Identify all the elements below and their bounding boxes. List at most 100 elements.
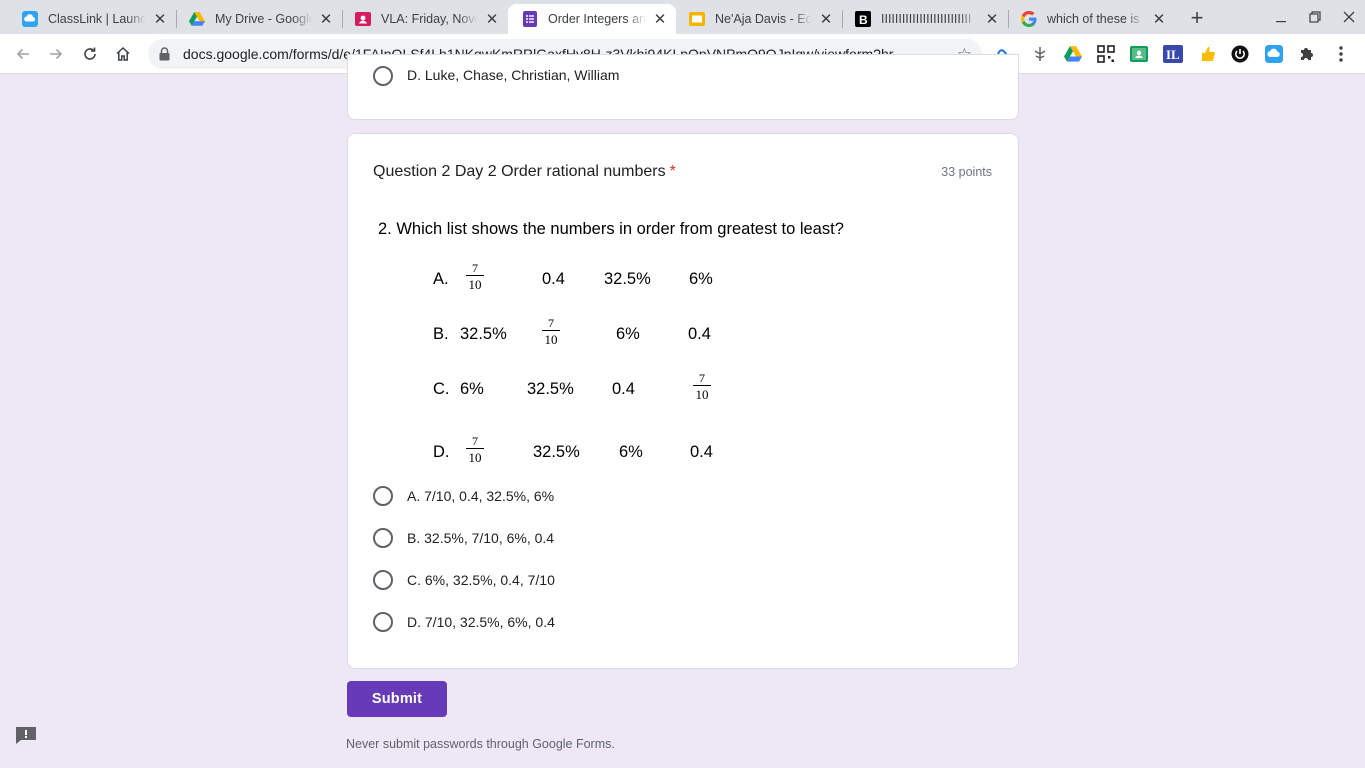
image-option-row-c: C. 6% 32.5% 0.4 7 10 <box>433 372 733 408</box>
google-forms-icon <box>522 11 538 27</box>
tab-vla[interactable]: VLA: Friday, November ✕ <box>341 4 508 34</box>
image-option-row-d: D. 7 10 32.5% 6% 0.4 <box>433 435 733 471</box>
puzzle-piece-icon[interactable] <box>1297 44 1317 64</box>
brainly-icon: B <box>855 11 871 27</box>
forward-button[interactable] <box>42 40 70 68</box>
reload-icon <box>84 47 96 60</box>
previous-question-card: D. Luke, Chase, Christian, William <box>347 54 1019 120</box>
fraction: 7 10 <box>692 372 712 401</box>
option-value: 32.5% <box>527 380 574 398</box>
close-icon[interactable]: ✕ <box>152 11 168 28</box>
question-prompt: 2. Which list shows the numbers in order… <box>378 220 844 238</box>
thumbs-up-icon[interactable] <box>1197 44 1217 64</box>
option-value: 32.5% <box>533 443 580 461</box>
tab-title: which of these is <box>1047 12 1140 26</box>
submit-button[interactable]: Submit <box>347 681 447 717</box>
close-icon[interactable]: ✕ <box>818 11 834 28</box>
radio-button[interactable] <box>373 612 393 632</box>
choice-option-b[interactable]: B. 32.5%, 7/10, 6%, 0.4 <box>373 526 554 550</box>
google-icon <box>1021 11 1037 27</box>
google-drive-icon[interactable] <box>1063 44 1083 64</box>
password-warning: Never submit passwords through Google Fo… <box>346 737 615 751</box>
radio-button[interactable] <box>373 570 393 590</box>
question-title: Question 2 Day 2 Order rational numbers * <box>373 163 676 181</box>
classlink-icon[interactable] <box>1264 44 1284 64</box>
close-icon[interactable]: ✕ <box>318 11 334 28</box>
tab-title: IIIIIIIIIIIIIIIIIIIIIIIIII <box>881 12 972 26</box>
extension-tree-icon[interactable] <box>1030 44 1050 64</box>
tab-title: VLA: Friday, November <box>381 12 478 26</box>
tab-brainly[interactable]: B IIIIIIIIIIIIIIIIIIIIIIIIII ✕ <box>841 4 1008 34</box>
tab-classlink[interactable]: ClassLink | Launchpad ✕ <box>8 4 176 34</box>
choice-option-c[interactable]: C. 6%, 32.5%, 0.4, 7/10 <box>373 568 555 592</box>
close-window-button[interactable] <box>1334 4 1364 30</box>
choice-label[interactable]: D. 7/10, 32.5%, 6%, 0.4 <box>407 614 555 630</box>
classroom-extension-icon[interactable] <box>1129 44 1149 64</box>
new-tab-button[interactable]: + <box>1185 5 1209 30</box>
close-icon[interactable]: ✕ <box>1151 11 1167 28</box>
lock-icon[interactable] <box>159 47 170 66</box>
tab-google-search[interactable]: which of these is ✕ <box>1007 4 1175 34</box>
choice-label[interactable]: C. 6%, 32.5%, 0.4, 7/10 <box>407 572 555 588</box>
minimize-button[interactable] <box>1266 4 1296 30</box>
svg-text:IL: IL <box>1166 47 1180 62</box>
option-value: 0.4 <box>612 380 635 398</box>
radio-button[interactable] <box>373 528 393 548</box>
option-value: 6% <box>689 270 713 288</box>
choice-label: D. Luke, Chase, Christian, William <box>407 67 620 83</box>
fraction: 7 10 <box>541 317 561 346</box>
fraction: 7 10 <box>465 435 485 464</box>
close-icon[interactable]: ✕ <box>484 11 500 28</box>
tab-title: Order Integers and <box>548 12 646 26</box>
choice-option-d[interactable]: D. 7/10, 32.5%, 6%, 0.4 <box>373 610 555 634</box>
back-button[interactable] <box>9 40 37 68</box>
option-value: 6% <box>460 380 484 398</box>
more-options-icon[interactable] <box>1331 44 1351 64</box>
option-value: 0.4 <box>542 270 565 288</box>
option-value: 32.5% <box>460 325 507 343</box>
home-button[interactable] <box>109 40 137 68</box>
tab-title: ClassLink | Launchpad <box>48 12 146 26</box>
restore-button[interactable] <box>1300 4 1330 30</box>
radio-button[interactable] <box>373 66 393 86</box>
classroom-icon <box>355 11 371 27</box>
choice-label[interactable]: B. 32.5%, 7/10, 6%, 0.4 <box>407 530 554 546</box>
power-icon[interactable] <box>1230 44 1250 64</box>
close-icon[interactable]: ✕ <box>652 11 668 28</box>
classlink-icon <box>22 11 38 27</box>
tab-strip: ClassLink | Launchpad ✕ My Drive - Googl… <box>0 0 1365 34</box>
option-letter: B. <box>433 325 449 343</box>
option-value: 0.4 <box>690 443 713 461</box>
tab-title: My Drive - Google Drive <box>215 12 312 26</box>
option-value: 0.4 <box>688 325 711 343</box>
reload-button[interactable] <box>76 40 104 68</box>
question-title-text: Question 2 Day 2 Order rational numbers <box>373 163 666 180</box>
option-letter: D. <box>433 443 450 461</box>
question-card: Question 2 Day 2 Order rational numbers *… <box>347 133 1019 669</box>
close-icon[interactable]: ✕ <box>984 11 1000 28</box>
required-asterisk: * <box>669 163 676 180</box>
tab-order-integers[interactable]: Order Integers and ✕ <box>508 4 676 34</box>
question-image: 2. Which list shows the numbers in order… <box>373 212 893 477</box>
home-icon <box>116 46 130 61</box>
svg-text:B: B <box>859 13 868 27</box>
option-value: 6% <box>619 443 643 461</box>
report-feedback-icon[interactable] <box>14 725 38 745</box>
google-drive-icon <box>189 11 205 27</box>
google-slides-icon <box>689 11 705 27</box>
choice-option-a[interactable]: A. 7/10, 0.4, 32.5%, 6% <box>373 484 554 508</box>
points-label: 33 points <box>941 165 992 179</box>
option-value: 6% <box>616 325 640 343</box>
fraction: 7 10 <box>465 262 485 291</box>
option-letter: A. <box>433 270 449 288</box>
tab-slides[interactable]: Ne'Aja Davis - Echo ✕ <box>675 4 842 34</box>
tab-title: Ne'Aja Davis - Echo <box>715 12 812 26</box>
option-letter: C. <box>433 380 450 398</box>
back-arrow-icon <box>16 48 29 60</box>
choice-label[interactable]: A. 7/10, 0.4, 32.5%, 6% <box>407 488 554 504</box>
tab-my-drive[interactable]: My Drive - Google Drive ✕ <box>175 4 342 34</box>
immersive-reader-icon[interactable]: IL <box>1163 44 1183 64</box>
image-option-row-b: B. 32.5% 7 10 6% 0.4 <box>433 317 733 353</box>
qr-code-icon[interactable] <box>1096 44 1116 64</box>
radio-button[interactable] <box>373 486 393 506</box>
